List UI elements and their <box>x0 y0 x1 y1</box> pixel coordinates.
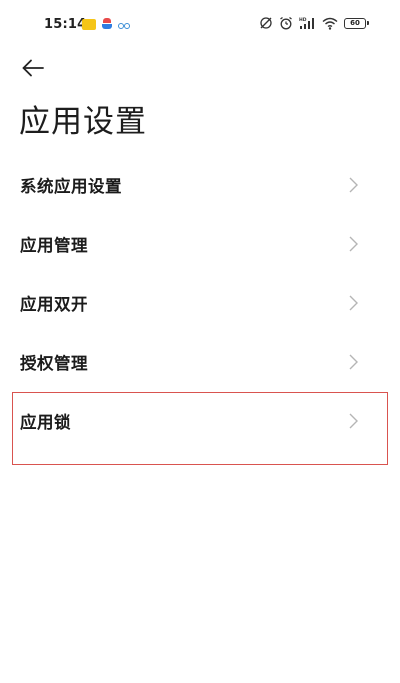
list-item-label: 应用双开 <box>20 294 88 314</box>
status-bar: 15:14 HD 60 <box>0 0 400 52</box>
chevron-right-icon <box>346 412 360 430</box>
list-item-app-lock[interactable]: 应用锁 <box>0 391 400 450</box>
battery-icon: 60 <box>344 17 369 29</box>
app-badge-icon <box>82 18 96 30</box>
alarm-icon <box>280 16 292 30</box>
chevron-right-icon <box>346 353 360 371</box>
list-item-label: 应用锁 <box>20 412 71 432</box>
notification-icons <box>82 18 130 30</box>
list-item-dual-apps[interactable]: 应用双开 <box>0 273 400 332</box>
chevron-right-icon <box>346 294 360 312</box>
rotation-lock-icon <box>260 17 272 29</box>
chevron-right-icon <box>346 235 360 253</box>
app-notification-icon <box>102 18 112 30</box>
list-item-system-app-settings[interactable]: 系统应用设置 <box>0 155 400 214</box>
list-item-label: 应用管理 <box>20 235 88 255</box>
hd-signal-icon: HD <box>299 17 314 29</box>
list-item-label: 系统应用设置 <box>20 176 122 196</box>
list-item-permission-management[interactable]: 授权管理 <box>0 332 400 391</box>
page-title: 应用设置 <box>19 104 147 140</box>
list-item-app-management[interactable]: 应用管理 <box>0 214 400 273</box>
list-item-label: 授权管理 <box>20 353 88 373</box>
system-icons: HD 60 <box>259 16 369 30</box>
arrow-left-icon <box>22 59 44 77</box>
settings-list: 系统应用设置 应用管理 应用双开 授权管理 应用锁 <box>0 155 400 450</box>
battery-level: 60 <box>350 18 360 27</box>
svg-text:HD: HD <box>299 17 307 23</box>
back-button[interactable] <box>18 54 48 82</box>
chevron-right-icon <box>346 176 360 194</box>
status-time: 15:14 <box>44 17 87 32</box>
bike-icon <box>118 19 130 29</box>
wifi-icon <box>322 17 338 30</box>
